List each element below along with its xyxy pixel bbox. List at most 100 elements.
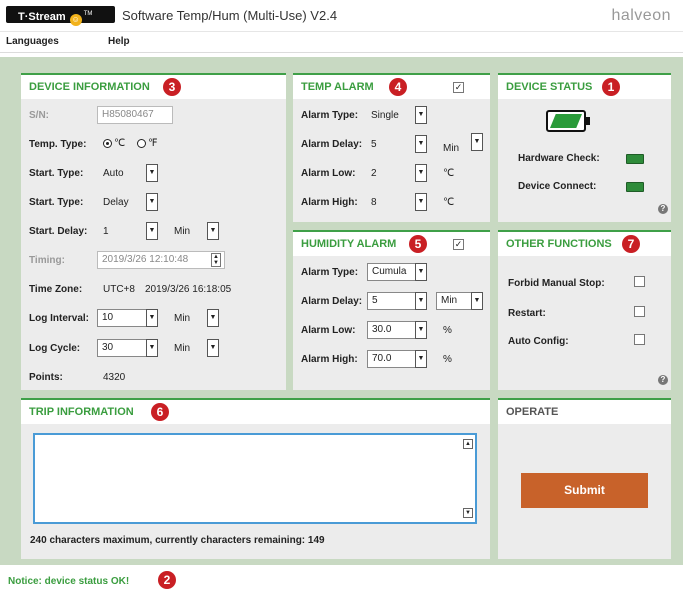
temp-alarm-delay-dropdown[interactable]: ▼: [415, 135, 427, 153]
scroll-up-icon[interactable]: ▲: [463, 439, 473, 449]
submit-button[interactable]: Submit: [521, 473, 648, 508]
temp-alarm-low-value: 2: [371, 168, 377, 179]
badge-1: 1: [602, 78, 620, 96]
panel-header: DEVICE STATUS 1: [498, 73, 671, 99]
timezone-label: Time Zone:: [29, 284, 83, 295]
help-icon[interactable]: ?: [658, 375, 668, 385]
temp-alarm-panel: TEMP ALARM 4 ✓ Alarm Type: Single ▼ Alar…: [293, 73, 490, 222]
temp-alarm-low-label: Alarm Low:: [301, 168, 356, 179]
panel-header: OPERATE: [498, 398, 671, 424]
title-bar: T·Stream ☺TM Software Temp/Hum (Multi-Use…: [0, 0, 683, 32]
panel-title: OTHER FUNCTIONS: [506, 238, 612, 250]
fahrenheit-label: ℉: [148, 138, 158, 149]
start-delay-dropdown[interactable]: ▼: [146, 222, 158, 240]
humidity-alarm-delay-unit-dropdown[interactable]: ▼: [471, 292, 483, 310]
temp-alarm-delay-unit: Min: [443, 143, 460, 154]
badge-6: 6: [151, 403, 169, 421]
notice-text: Notice: device status OK!: [8, 576, 130, 587]
device-status-panel: DEVICE STATUS 1 Hardware Check: Device C…: [498, 73, 671, 222]
humidity-alarm-low-label: Alarm Low:: [301, 325, 356, 336]
temp-alarm-type-dropdown[interactable]: ▼: [415, 106, 427, 124]
device-information-panel: DEVICE INFORMATION 3 S/N: H85080467 Temp…: [21, 73, 286, 390]
auto-config-label: Auto Config:: [508, 336, 569, 347]
temp-alarm-checkbox[interactable]: ✓: [453, 82, 464, 93]
badge-5: 5: [409, 235, 427, 253]
start-delay-unit-dropdown[interactable]: ▼: [207, 222, 219, 240]
humidity-alarm-checkbox[interactable]: ✓: [453, 239, 464, 250]
start-delay-label: Start. Delay:: [29, 226, 88, 237]
tstream-logo: T·Stream ☺TM: [6, 6, 115, 26]
panel-header: OTHER FUNCTIONS 7: [498, 230, 671, 256]
timezone-value: UTC+8: [103, 284, 135, 295]
start-type-label: Start. Type:: [29, 168, 84, 179]
restart-checkbox[interactable]: [634, 306, 645, 317]
scroll-down-icon[interactable]: ▼: [463, 508, 473, 518]
timing-label: Timing:: [29, 255, 65, 266]
trip-information-panel: TRIP INFORMATION 6 ▲ ▼ 240 characters ma…: [21, 398, 490, 559]
panel-title: OPERATE: [506, 406, 559, 418]
log-cycle-dropdown[interactable]: ▼: [146, 339, 158, 357]
humidity-alarm-high-unit: %: [443, 354, 452, 365]
celsius-label: ℃: [114, 138, 126, 149]
notice-bar: Notice: device status OK! 2: [0, 565, 683, 596]
humidity-alarm-high-dropdown[interactable]: ▼: [415, 350, 427, 368]
start-type-dropdown[interactable]: ▼: [146, 164, 158, 182]
fahrenheit-radio[interactable]: [137, 139, 146, 148]
humidity-alarm-high-label: Alarm High:: [301, 354, 358, 365]
temp-alarm-delay-unit-dropdown[interactable]: ▼: [471, 133, 483, 151]
log-cycle-label: Log Cycle:: [29, 343, 81, 354]
panel-title: TEMP ALARM: [301, 81, 374, 93]
temp-alarm-high-value: 8: [371, 197, 377, 208]
battery-icon: [546, 110, 590, 132]
humidity-alarm-delay-dropdown[interactable]: ▼: [415, 292, 427, 310]
brand-name: T·Stream: [18, 11, 66, 23]
temp-alarm-low-dropdown[interactable]: ▼: [415, 164, 427, 182]
other-functions-panel: OTHER FUNCTIONS 7 Forbid Manual Stop: Re…: [498, 230, 671, 390]
restart-label: Restart:: [508, 308, 546, 319]
panel-title: DEVICE STATUS: [506, 81, 593, 93]
start-delay-value: 1: [103, 226, 109, 237]
main-area: DEVICE INFORMATION 3 S/N: H85080467 Temp…: [0, 57, 683, 565]
device-connect-label: Device Connect:: [518, 181, 597, 192]
help-icon[interactable]: ?: [658, 204, 668, 214]
auto-config-checkbox[interactable]: [634, 334, 645, 345]
panel-header: TEMP ALARM 4 ✓: [293, 73, 490, 99]
log-interval-unit-dropdown[interactable]: ▼: [207, 309, 219, 327]
humidity-alarm-delay-label: Alarm Delay:: [301, 296, 363, 307]
forbid-manual-stop-checkbox[interactable]: [634, 276, 645, 287]
temp-alarm-high-unit: ℃: [443, 197, 455, 208]
points-value: 4320: [103, 372, 126, 383]
timing-spinner: ▲ ▼: [211, 253, 221, 267]
humidity-alarm-type-dropdown[interactable]: ▼: [415, 263, 427, 281]
start-type2-dropdown[interactable]: ▼: [146, 193, 158, 211]
start-type2-value: Delay: [103, 197, 129, 208]
humidity-alarm-panel: HUMIDITY ALARM 5 ✓ Alarm Type: Cumula ▼ …: [293, 230, 490, 390]
panel-title: TRIP INFORMATION: [29, 406, 134, 418]
menu-languages[interactable]: Languages: [6, 36, 59, 47]
log-interval-dropdown[interactable]: ▼: [146, 309, 158, 327]
halveon-logo: halveon: [611, 7, 671, 24]
temp-alarm-type-label: Alarm Type:: [301, 110, 359, 121]
app-title: Software Temp/Hum (Multi-Use) V2.4: [122, 8, 338, 23]
sn-field: H85080467: [97, 106, 173, 124]
temp-alarm-low-unit: ℃: [443, 168, 455, 179]
humidity-alarm-low-dropdown[interactable]: ▼: [415, 321, 427, 339]
characters-remaining: 240 characters maximum, currently charac…: [30, 535, 325, 546]
trip-info-textarea[interactable]: ▲ ▼: [33, 433, 477, 524]
panel-header: TRIP INFORMATION 6: [21, 398, 490, 424]
temp-alarm-type-value: Single: [371, 110, 399, 121]
humidity-alarm-type-label: Alarm Type:: [301, 267, 359, 278]
hardware-check-led: [626, 154, 644, 164]
panel-header: HUMIDITY ALARM 5 ✓: [293, 230, 490, 256]
celsius-radio[interactable]: [103, 139, 112, 148]
temp-alarm-delay-value: 5: [371, 139, 377, 150]
badge-4: 4: [389, 78, 407, 96]
points-label: Points:: [29, 372, 63, 383]
temp-alarm-high-dropdown[interactable]: ▼: [415, 193, 427, 211]
log-cycle-unit-dropdown[interactable]: ▼: [207, 339, 219, 357]
timezone-time: 2019/3/26 16:18:05: [145, 284, 232, 295]
hardware-check-label: Hardware Check:: [518, 153, 600, 164]
panel-title: DEVICE INFORMATION: [29, 81, 150, 93]
menu-help[interactable]: Help: [108, 36, 130, 47]
forbid-manual-stop-label: Forbid Manual Stop:: [508, 278, 605, 289]
